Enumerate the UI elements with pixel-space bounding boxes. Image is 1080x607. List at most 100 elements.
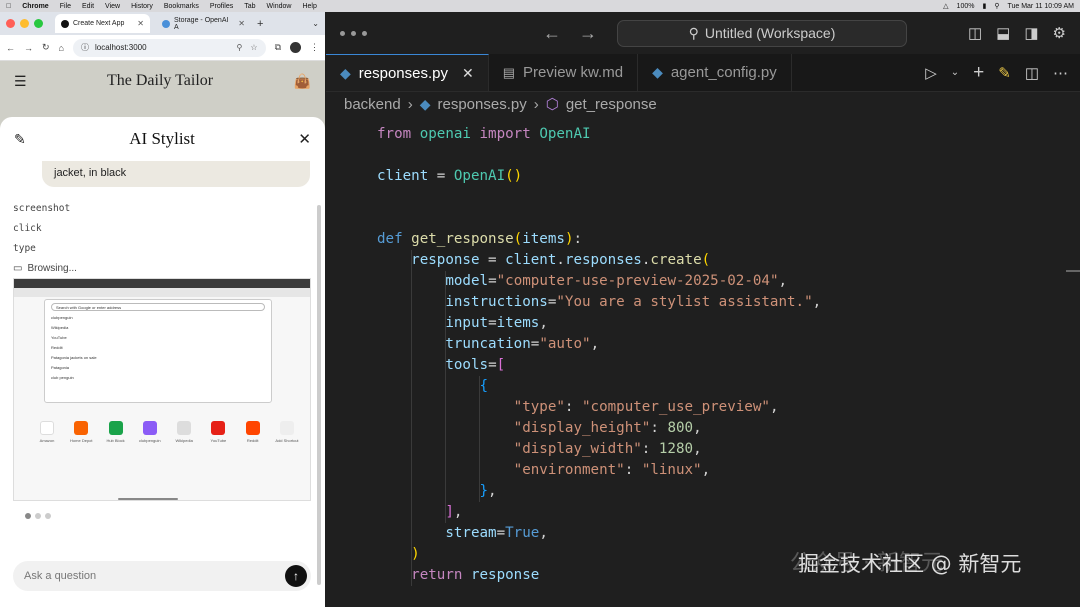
close-window-button[interactable] bbox=[6, 19, 15, 28]
command-center[interactable]: ⚲ Untitled (Workspace) bbox=[617, 19, 907, 47]
close-tab-icon[interactable]: ✕ bbox=[137, 19, 144, 28]
toggle-secondary-sidebar-icon[interactable]: ◨ bbox=[1024, 24, 1038, 42]
menu-bookmarks[interactable]: Bookmarks bbox=[164, 3, 199, 10]
preview-tile: Amazon bbox=[32, 421, 62, 443]
user-message-bubble: jacket, in black bbox=[42, 161, 310, 187]
close-tab-icon[interactable]: ✕ bbox=[238, 19, 245, 28]
action-log: screenshot click type ▭ Browsing... bbox=[13, 199, 77, 279]
preview-tile: YouTube bbox=[203, 421, 233, 443]
preview-recent: Patagonia bbox=[51, 365, 70, 370]
tab-preview-kw-md[interactable]: ▤ Preview kw.md bbox=[489, 54, 639, 91]
zoom-icon[interactable]: ⚲ bbox=[237, 43, 243, 52]
function-symbol-icon: ⬡ bbox=[545, 96, 559, 113]
menu-window[interactable]: Window bbox=[267, 3, 292, 10]
preview-addressbar bbox=[14, 288, 310, 297]
breadcrumb-file[interactable]: responses.py bbox=[438, 96, 527, 113]
run-icon[interactable]: ▷ bbox=[925, 64, 937, 82]
send-arrow-icon[interactable]: ↑ bbox=[285, 565, 307, 587]
breadcrumb-folder[interactable]: backend bbox=[344, 96, 401, 113]
editor-tabs: ◆ responses.py ✕ ▤ Preview kw.md ◆ agent… bbox=[326, 54, 1080, 92]
more-actions-icon[interactable]: ⋯ bbox=[1053, 64, 1068, 82]
chrome-toolbar: ← → ↻ ⌂ ⓘ localhost:3000 ⚲ ☆ ⧉ ⋮ bbox=[0, 35, 325, 61]
battery-level[interactable]: 100% bbox=[957, 3, 975, 10]
site-title[interactable]: The Daily Tailor bbox=[27, 72, 294, 90]
back-icon[interactable]: ← bbox=[6, 43, 15, 53]
menu-profiles[interactable]: Profiles bbox=[210, 3, 233, 10]
minimize-window-button[interactable] bbox=[20, 19, 29, 28]
toggle-sidebar-icon[interactable]: ◫ bbox=[968, 24, 982, 42]
preview-tile: Home Depot bbox=[66, 421, 96, 443]
add-icon[interactable]: + bbox=[973, 62, 984, 84]
bookmark-star-icon[interactable]: ☆ bbox=[250, 43, 257, 52]
chrome-tab-create-next-app[interactable]: Create Next App ✕ bbox=[55, 14, 150, 33]
chrome-menu-icon[interactable]: ⋮ bbox=[310, 42, 319, 53]
settings-gear-icon[interactable]: ⚙ bbox=[1053, 24, 1066, 42]
pager-dot[interactable] bbox=[25, 513, 31, 519]
forward-icon[interactable]: → bbox=[24, 43, 33, 53]
site-info-icon[interactable]: ⓘ bbox=[81, 42, 89, 53]
home-icon[interactable]: ⌂ bbox=[59, 43, 64, 53]
profile-avatar[interactable] bbox=[290, 42, 301, 53]
preview-search-field: Search with Google or enter address bbox=[51, 303, 265, 311]
menubar-app-name[interactable]: Chrome bbox=[22, 3, 48, 10]
toggle-panel-icon[interactable]: ⬓ bbox=[996, 24, 1010, 42]
preview-recent: Patagonia jackets on sale bbox=[51, 355, 97, 360]
hamburger-menu-icon[interactable]: ☰ bbox=[14, 73, 27, 90]
ask-question-input[interactable]: Ask a question ↑ bbox=[13, 561, 311, 591]
action-type: type bbox=[13, 243, 36, 254]
chrome-tab-storage[interactable]: Storage - OpenAI A ✕ bbox=[156, 14, 251, 33]
window-dots-icon[interactable] bbox=[340, 30, 367, 36]
pager-dot[interactable] bbox=[35, 513, 41, 519]
menu-view[interactable]: View bbox=[105, 3, 120, 10]
close-icon[interactable]: ✕ bbox=[298, 130, 311, 148]
wifi-icon[interactable]: △ bbox=[943, 2, 948, 10]
browser-screenshot-preview: Search with Google or enter address club… bbox=[13, 278, 311, 501]
menu-edit[interactable]: Edit bbox=[82, 3, 94, 10]
menu-history[interactable]: History bbox=[131, 3, 153, 10]
run-dropdown-icon[interactable]: ⌄ bbox=[951, 67, 959, 78]
code-line: tools=[ bbox=[445, 357, 506, 373]
breadcrumb-symbol[interactable]: get_response bbox=[566, 96, 657, 113]
search-icon[interactable]: ⚲ bbox=[994, 2, 999, 10]
tab-agent-config-py[interactable]: ◆ agent_config.py bbox=[638, 54, 792, 91]
menu-help[interactable]: Help bbox=[302, 3, 316, 10]
shopping-bag-icon[interactable]: 👜 bbox=[294, 73, 311, 90]
split-editor-icon[interactable]: ◫ bbox=[1025, 64, 1039, 82]
stylist-header: ✎ AI Stylist ✕ bbox=[0, 117, 325, 161]
code-line: def get_response(items): bbox=[377, 231, 583, 247]
address-bar[interactable]: ⓘ localhost:3000 ⚲ ☆ bbox=[72, 38, 266, 57]
nav-forward-icon[interactable]: → bbox=[579, 23, 597, 44]
extensions-icon[interactable]: ⧉ bbox=[275, 42, 281, 53]
apple-icon[interactable]:  bbox=[6, 3, 11, 10]
tab-label: responses.py bbox=[358, 64, 448, 82]
preview-suggestion: clubpenguin bbox=[51, 315, 73, 320]
new-chat-icon[interactable]: ✎ bbox=[14, 131, 26, 148]
menubar-clock[interactable]: Tue Mar 11 10:09 AM bbox=[1007, 3, 1074, 10]
preview-suggestion: YouTube bbox=[51, 335, 67, 340]
editor-scroll-marker[interactable] bbox=[1066, 270, 1080, 272]
stylist-title: AI Stylist bbox=[129, 129, 195, 148]
tab-title: Storage - OpenAI A bbox=[173, 16, 229, 31]
breadcrumb-separator-icon: › bbox=[533, 95, 539, 113]
reload-icon[interactable]: ↻ bbox=[42, 42, 50, 53]
pager-dot[interactable] bbox=[45, 513, 51, 519]
tab-label: agent_config.py bbox=[670, 64, 777, 81]
highlight-pen-icon[interactable]: ✎ bbox=[998, 64, 1011, 82]
panel-scrollbar[interactable] bbox=[317, 205, 321, 585]
code-editor[interactable]: from openai import OpenAI client = OpenA… bbox=[326, 124, 1080, 586]
workspace-title: Untitled (Workspace) bbox=[704, 25, 836, 41]
chrome-tabstrip: Create Next App ✕ Storage - OpenAI A ✕ +… bbox=[0, 12, 325, 35]
tab-search-icon[interactable]: ⌄ bbox=[312, 19, 319, 28]
code-line: }, bbox=[479, 483, 497, 499]
preview-tile: Hub Block bbox=[101, 421, 131, 443]
tab-label: Preview kw.md bbox=[523, 64, 624, 81]
menu-tab[interactable]: Tab bbox=[244, 3, 255, 10]
close-tab-icon[interactable]: ✕ bbox=[462, 65, 474, 82]
tab-responses-py[interactable]: ◆ responses.py ✕ bbox=[326, 54, 489, 91]
zoom-window-button[interactable] bbox=[34, 19, 43, 28]
ai-stylist-panel: ✎ AI Stylist ✕ jacket, in black screensh… bbox=[0, 117, 325, 607]
menu-file[interactable]: File bbox=[60, 3, 71, 10]
preview-suggestion: Wikipedia bbox=[51, 325, 69, 330]
new-tab-icon[interactable]: + bbox=[257, 18, 263, 30]
nav-back-icon[interactable]: ← bbox=[543, 23, 561, 44]
